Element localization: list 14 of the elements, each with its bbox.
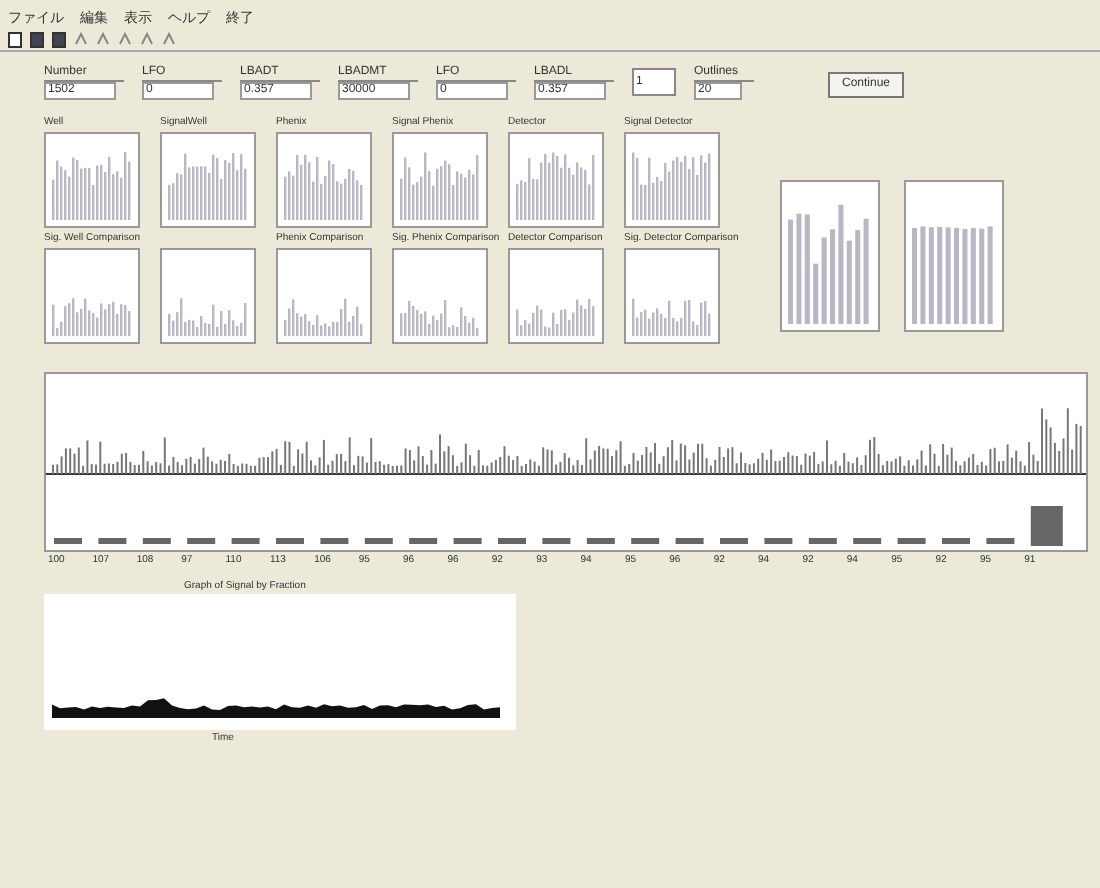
bar-chart bbox=[624, 248, 720, 344]
bar-chart bbox=[624, 132, 720, 228]
bar-chart bbox=[392, 132, 488, 228]
bar-chart bbox=[160, 248, 256, 344]
bar-chart bbox=[276, 132, 372, 228]
new-file-icon[interactable] bbox=[8, 31, 22, 47]
bar-chart bbox=[392, 248, 488, 344]
bar-chart bbox=[508, 132, 604, 228]
bar-chart bbox=[44, 248, 140, 344]
bar-chart bbox=[508, 248, 604, 344]
bar-chart bbox=[160, 132, 256, 228]
bar-chart bbox=[276, 248, 372, 344]
save-icon[interactable] bbox=[52, 31, 66, 47]
bar-chart bbox=[44, 132, 140, 228]
